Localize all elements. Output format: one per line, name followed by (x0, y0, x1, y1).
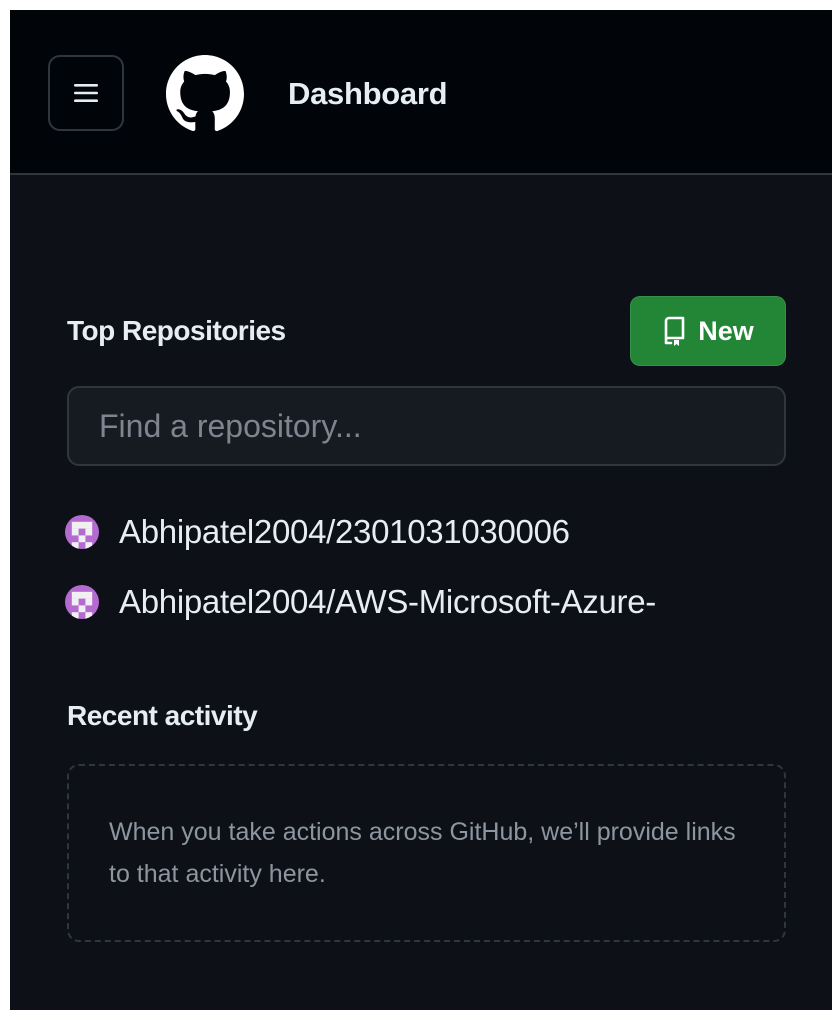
user-avatar (65, 585, 99, 619)
hamburger-menu-icon (74, 84, 98, 102)
new-button-label: New (698, 315, 754, 346)
top-header: Dashboard (10, 10, 832, 175)
recent-activity-message: When you take actions across GitHub, we’… (109, 818, 736, 888)
github-logo-icon[interactable] (166, 55, 244, 133)
recent-activity-empty-state: When you take actions across GitHub, we’… (67, 764, 786, 942)
recent-activity-heading: Recent activity (67, 700, 258, 731)
app-window: Dashboard Top Repositories New Abhipatel… (10, 10, 832, 1010)
top-repositories-heading: Top Repositories (67, 315, 286, 346)
page-title: Dashboard (288, 76, 448, 111)
menu-button[interactable] (48, 55, 124, 131)
repo-link[interactable]: Abhipatel2004/2301031030006 (119, 513, 570, 551)
repo-link[interactable]: Abhipatel2004/AWS-Microsoft-Azure- (119, 583, 656, 621)
repo-icon (664, 316, 685, 346)
repo-item[interactable]: Abhipatel2004/2301031030006 (65, 513, 570, 551)
user-avatar (65, 515, 99, 549)
find-repository-input[interactable] (67, 386, 786, 466)
new-repository-button[interactable]: New (630, 296, 786, 366)
repo-item[interactable]: Abhipatel2004/AWS-Microsoft-Azure- (65, 583, 656, 621)
